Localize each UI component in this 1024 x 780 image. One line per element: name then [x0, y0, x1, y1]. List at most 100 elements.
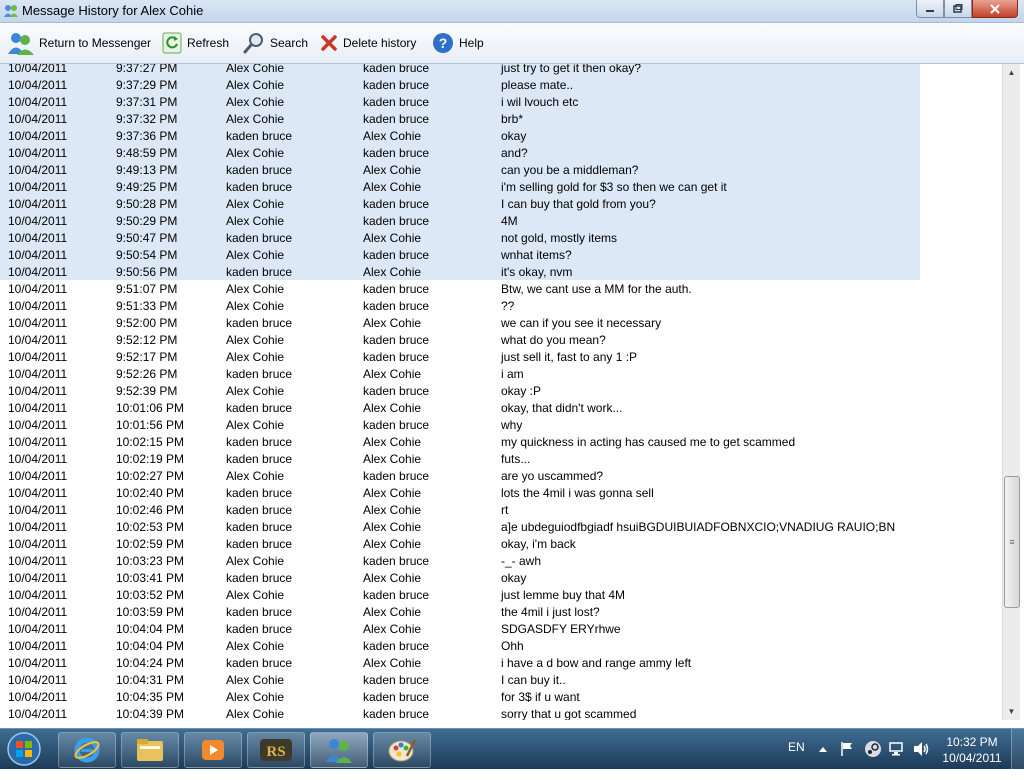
message-row[interactable]: 10/04/2011 10:02:40 PM kaden bruce Alex Coh… [0, 484, 1002, 501]
help-button[interactable]: ? Help [432, 30, 484, 56]
message-row[interactable]: 10/04/2011 9:50:56 PM kaden bruce Alex Cohi… [0, 263, 920, 280]
vertical-scrollbar[interactable]: ▲ ≡ ▼ [1002, 64, 1020, 720]
message-text: i have a d bow and range ammy left [501, 656, 692, 670]
message-row[interactable]: 10/04/2011 9:37:29 PM Alex Cohie kaden bruc… [0, 76, 920, 93]
message-row[interactable]: 10/04/2011 10:04:31 PM Alex Cohie kaden bru… [0, 671, 1002, 688]
message-row[interactable]: 10/04/2011 9:52:39 PM Alex Cohie kaden bruc… [0, 382, 1002, 399]
message-time: 10:02:59 PM [116, 537, 185, 551]
message-row[interactable]: 10/04/2011 9:51:33 PM Alex Cohie kaden bruc… [0, 297, 1002, 314]
scroll-down-button[interactable]: ▼ [1003, 703, 1020, 720]
message-time: 9:52:12 PM [116, 333, 178, 347]
message-time: 9:50:47 PM [116, 231, 178, 245]
help-label: Help [459, 36, 484, 50]
message-from: kaden bruce [226, 622, 293, 636]
message-row[interactable]: 10/04/2011 10:01:06 PM kaden bruce Alex Coh… [0, 399, 1002, 416]
network-icon[interactable] [888, 741, 906, 757]
windows-start-button[interactable] [2, 731, 46, 767]
message-row[interactable]: 10/04/2011 9:37:36 PM kaden bruce Alex Cohi… [0, 127, 920, 144]
message-row[interactable]: 10/04/2011 9:52:26 PM kaden bruce Alex Cohi… [0, 365, 1002, 382]
message-row[interactable]: 10/04/2011 9:52:17 PM Alex Cohie kaden bruc… [0, 348, 1002, 365]
message-row[interactable]: 10/04/2011 10:03:41 PM kaden bruce Alex Coh… [0, 569, 1002, 586]
message-text: Ohh [501, 639, 524, 653]
message-row[interactable]: 10/04/2011 9:52:12 PM Alex Cohie kaden bruc… [0, 331, 1002, 348]
message-row[interactable]: 10/04/2011 10:02:59 PM kaden bruce Alex Coh… [0, 535, 1002, 552]
message-to: kaden bruce [363, 469, 430, 483]
message-row[interactable]: 10/04/2011 10:02:27 PM Alex Cohie kaden bru… [0, 467, 1002, 484]
message-row[interactable]: 10/04/2011 10:04:04 PM kaden bruce Alex Coh… [0, 620, 1002, 637]
message-text: ?? [501, 299, 515, 313]
message-date: 10/04/2011 [8, 197, 68, 211]
message-row[interactable]: 10/04/2011 9:49:13 PM kaden bruce Alex Cohi… [0, 161, 920, 178]
message-row[interactable]: 10/04/2011 10:04:39 PM Alex Cohie kaden bru… [0, 705, 1002, 720]
message-row[interactable]: 10/04/2011 10:03:52 PM Alex Cohie kaden bru… [0, 586, 1002, 603]
message-date: 10/04/2011 [8, 537, 68, 551]
message-row[interactable]: 10/04/2011 9:37:27 PM Alex Cohie kaden bruc… [0, 64, 920, 76]
message-from: Alex Cohie [226, 146, 285, 160]
show-hidden-icons-icon[interactable] [818, 744, 828, 754]
file-explorer-task[interactable] [121, 732, 179, 768]
show-desktop-button[interactable] [1011, 729, 1024, 769]
paint-task[interactable] [373, 732, 431, 768]
message-from: Alex Cohie [226, 112, 285, 126]
message-row[interactable]: 10/04/2011 10:02:19 PM kaden bruce Alex Coh… [0, 450, 1002, 467]
message-from: kaden bruce [226, 537, 293, 551]
message-row[interactable]: 10/04/2011 10:02:53 PM kaden bruce Alex Coh… [0, 518, 1002, 535]
message-time: 10:03:23 PM [116, 554, 185, 568]
minimize-button[interactable] [916, 0, 944, 18]
scrollbar-thumb[interactable]: ≡ [1004, 476, 1020, 608]
message-time: 9:49:13 PM [116, 163, 178, 177]
return-to-messenger-button[interactable]: Return to Messenger [8, 30, 151, 56]
message-date: 10/04/2011 [8, 163, 68, 177]
messenger-task[interactable] [310, 732, 368, 768]
message-row[interactable]: 10/04/2011 10:04:04 PM Alex Cohie kaden bru… [0, 637, 1002, 654]
search-button[interactable]: Search [243, 30, 308, 56]
message-text: my quickness in acting has caused me to … [501, 435, 796, 449]
message-row[interactable]: 10/04/2011 10:03:59 PM kaden bruce Alex Coh… [0, 603, 1002, 620]
system-clock[interactable]: 10:32 PM 10/04/2011 [936, 734, 1008, 766]
message-text: i wil lvouch etc [501, 95, 579, 109]
message-row[interactable]: 10/04/2011 9:37:32 PM Alex Cohie kaden bruc… [0, 110, 920, 127]
steam-icon[interactable] [864, 740, 882, 758]
message-row[interactable]: 10/04/2011 10:03:23 PM Alex Cohie kaden bru… [0, 552, 1002, 569]
close-button[interactable] [972, 0, 1018, 18]
message-date: 10/04/2011 [8, 299, 68, 313]
message-row[interactable]: 10/04/2011 9:51:07 PM Alex Cohie kaden bruc… [0, 280, 1002, 297]
title-bar[interactable]: Message History for Alex Cohie [0, 0, 1024, 23]
message-history-list[interactable]: 10/04/2011 9:37:27 PM Alex Cohie kaden bruc… [0, 64, 1002, 720]
search-label: Search [270, 36, 309, 50]
runescape-task[interactable]: RS [247, 732, 305, 768]
close-icon [990, 3, 1000, 14]
message-row[interactable]: 10/04/2011 9:50:54 PM Alex Cohie kaden bruc… [0, 246, 920, 263]
internet-explorer-task[interactable] [58, 732, 116, 768]
message-row[interactable]: 10/04/2011 10:04:35 PM Alex Cohie kaden bru… [0, 688, 1002, 705]
message-row[interactable]: 10/04/2011 10:04:24 PM kaden bruce Alex Coh… [0, 654, 1002, 671]
refresh-button[interactable]: Refresh [162, 30, 229, 56]
scroll-up-button[interactable]: ▲ [1003, 64, 1020, 81]
messenger-buddies-icon [8, 33, 34, 55]
message-row[interactable]: 10/04/2011 9:52:00 PM kaden bruce Alex Cohi… [0, 314, 1002, 331]
message-text: please mate.. [501, 78, 574, 92]
message-row[interactable]: 10/04/2011 9:50:28 PM Alex Cohie kaden bruc… [0, 195, 920, 212]
message-row[interactable]: 10/04/2011 9:50:47 PM kaden bruce Alex Cohi… [0, 229, 920, 246]
message-row[interactable]: 10/04/2011 9:49:25 PM kaden bruce Alex Cohi… [0, 178, 920, 195]
message-from: kaden bruce [226, 265, 293, 279]
maximize-button[interactable] [944, 0, 972, 18]
message-to: Alex Cohie [363, 435, 422, 449]
message-date: 10/04/2011 [8, 112, 68, 126]
volume-icon[interactable] [912, 741, 930, 757]
message-row[interactable]: 10/04/2011 9:37:31 PM Alex Cohie kaden bruc… [0, 93, 920, 110]
action-center-flag-icon[interactable] [840, 741, 854, 757]
media-player-task[interactable] [184, 732, 242, 768]
message-to: Alex Cohie [363, 520, 422, 534]
message-row[interactable]: 10/04/2011 9:50:29 PM Alex Cohie kaden bruc… [0, 212, 920, 229]
message-row[interactable]: 10/04/2011 10:02:46 PM kaden bruce Alex Coh… [0, 501, 1002, 518]
message-row[interactable]: 10/04/2011 10:01:56 PM Alex Cohie kaden bru… [0, 416, 1002, 433]
message-row[interactable]: 10/04/2011 10:02:15 PM kaden bruce Alex Coh… [0, 433, 1002, 450]
message-time: 10:02:40 PM [116, 486, 185, 500]
input-language[interactable]: EN [788, 740, 805, 780]
message-row[interactable]: 10/04/2011 9:48:59 PM Alex Cohie kaden bruc… [0, 144, 920, 161]
delete-history-button[interactable]: Delete history [320, 30, 416, 56]
message-from: Alex Cohie [226, 418, 285, 432]
message-time: 9:37:32 PM [116, 112, 178, 126]
message-to: kaden bruce [363, 707, 430, 720]
